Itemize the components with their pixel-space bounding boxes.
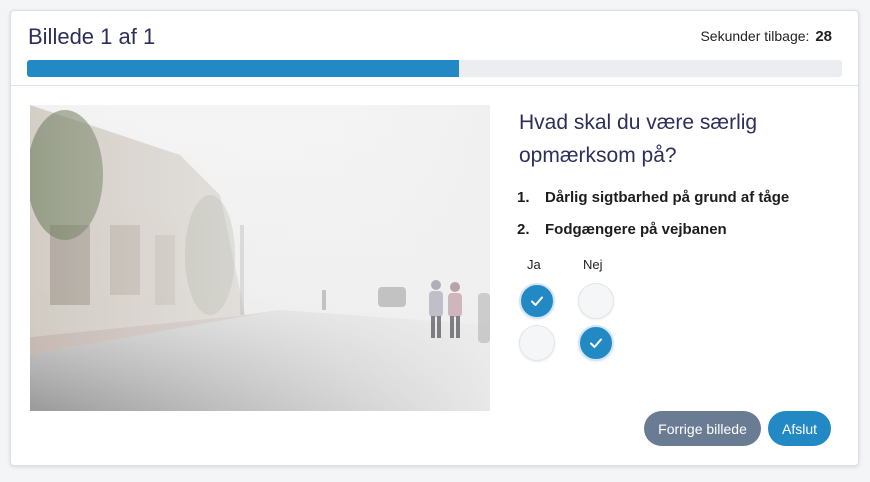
quiz-header: Billede 1 af 1 Sekunder tilbage: 28 (11, 11, 858, 86)
timer-value: 28 (815, 28, 832, 45)
answer-2-yes-radio[interactable] (519, 325, 555, 361)
statement-item: 1. Dårlig sigtbarhed på grund af tåge (517, 181, 789, 213)
answer-1-no-radio[interactable] (578, 283, 614, 319)
statement-number: 2. (517, 220, 530, 238)
page-title: Billede 1 af 1 (28, 24, 156, 49)
statement-text: Dårlig sigtbarhed på grund af tåge (545, 188, 790, 206)
check-icon (590, 338, 602, 348)
statement-list: 1. Dårlig sigtbarhed på grund af tåge 2.… (517, 181, 789, 245)
statement-number: 1. (517, 188, 530, 206)
progress-bar (27, 60, 842, 77)
traffic-photo (30, 105, 490, 411)
no-column-label: Nej (583, 257, 603, 272)
progress-bar-fill (27, 60, 459, 77)
statement-text: Fodgængere på vejbanen (545, 220, 727, 238)
yes-column-label: Ja (527, 257, 541, 272)
question-text: Hvad skal du være særlig opmærksom på? (519, 111, 758, 167)
quiz-card: Billede 1 af 1 Sekunder tilbage: 28 Hvad… (10, 10, 859, 466)
check-icon (531, 296, 543, 306)
countdown-timer: Sekunder tilbage: 28 (700, 28, 832, 45)
finish-button[interactable]: Afslut (768, 411, 831, 446)
statement-item: 2. Fodgængere på vejbanen (517, 213, 789, 245)
answer-2-no-radio[interactable] (578, 325, 614, 361)
timer-label: Sekunder tilbage: (700, 28, 810, 44)
answer-1-yes-radio[interactable] (519, 283, 555, 319)
previous-image-button[interactable]: Forrige billede (644, 411, 761, 446)
